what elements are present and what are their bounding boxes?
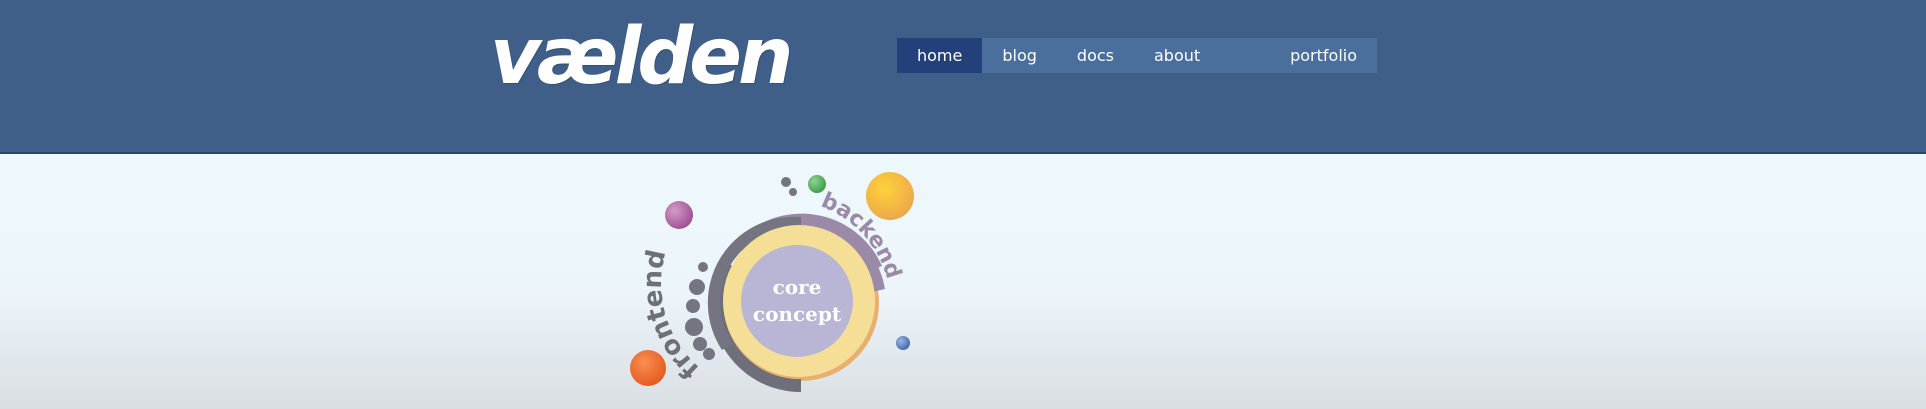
nav-item-home[interactable]: home [897,38,983,73]
site-header: vælden home blog docs about portfolio [0,0,1926,154]
core-label-line2: concept [753,302,842,326]
bubble-yellow [866,172,914,220]
bubble-magenta [665,201,693,229]
nav-item-about[interactable]: about [1134,38,1220,73]
main-content: frontend backend core concept [0,154,1926,409]
bubble-green [808,175,826,193]
main-nav: home blog docs about portfolio [897,38,1377,73]
site-logo[interactable]: vælden [490,18,794,96]
core-concept-illustration: frontend backend core concept [630,172,914,393]
nav-item-blog[interactable]: blog [982,38,1057,73]
nav-item-docs[interactable]: docs [1057,38,1134,73]
core-circle [741,245,853,357]
nav-item-portfolio[interactable]: portfolio [1270,38,1377,73]
bubble-blue [896,336,910,350]
core-label-line1: core [773,275,822,299]
